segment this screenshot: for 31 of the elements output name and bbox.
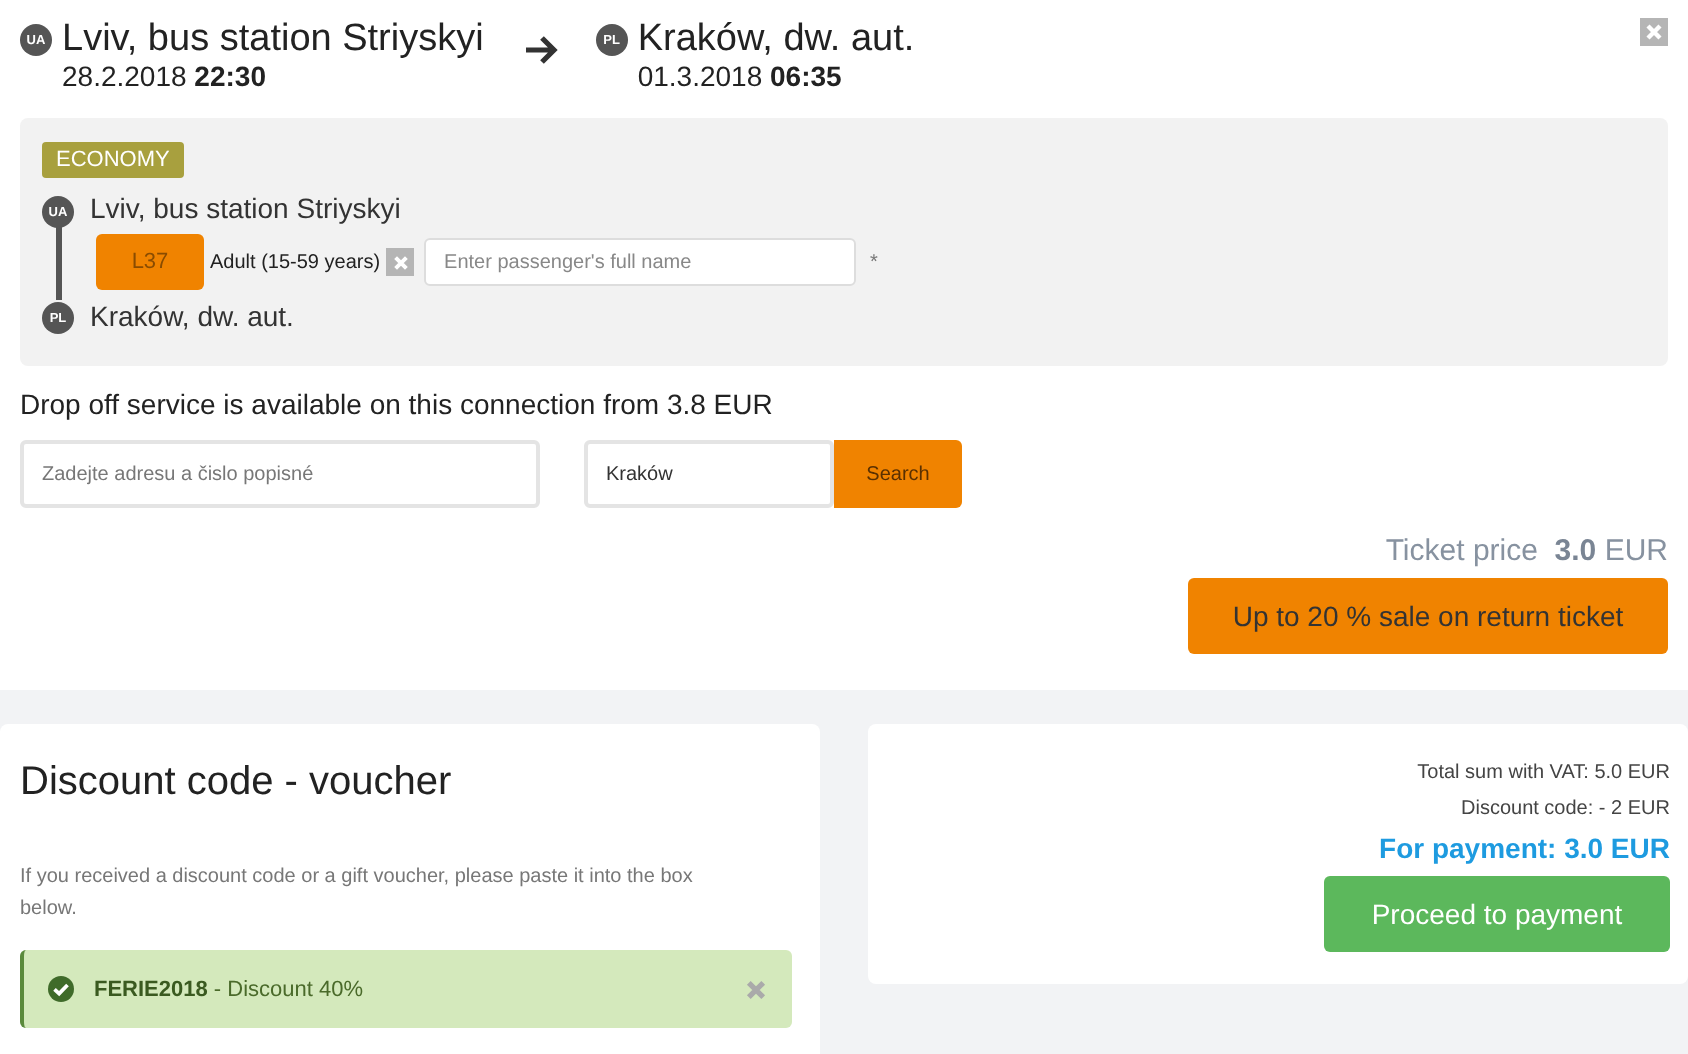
voucher-hint: If you received a discount code or a gift voucher, please paste it into the box below.: [20, 864, 695, 924]
seat-button[interactable]: L37: [96, 234, 204, 290]
arrow-right-icon: [523, 34, 560, 66]
search-button[interactable]: Search: [834, 440, 962, 508]
drop-off-info: Drop off service is available on this connection from 3.8 EUR: [20, 388, 775, 420]
proceed-button[interactable]: Proceed to payment: [1324, 876, 1670, 952]
close-icon: [391, 253, 410, 271]
station-name: Lviv, bus station Striyskyi: [62, 18, 484, 62]
passenger-name-field[interactable]: Enter passenger's full name: [424, 238, 857, 286]
ticket-price: Ticket price 3.0 EUR: [1385, 534, 1668, 568]
summary-line: Discount code: - 2 EUR: [1461, 796, 1670, 824]
departure-time: 28.2.2018 22:30: [62, 62, 268, 92]
departure-time: 01.3.2018 06:35: [637, 62, 844, 92]
summary-line: Total sum with VAT: 5.0 EUR: [1417, 760, 1670, 788]
payment-total: For payment: 3.0 EUR: [1379, 832, 1670, 864]
fare-class-badge: ECONOMY: [42, 142, 184, 178]
remove-button[interactable]: [386, 248, 415, 276]
passenger-category: Adult (15-59 years): [210, 251, 381, 273]
stop-name: Lviv, bus station Striyskyi: [90, 190, 403, 226]
station-name: Kraków, dw. aut.: [637, 18, 915, 62]
close-icon: [744, 977, 768, 1001]
voucher-code: FERIE2018 - Discount 40%: [94, 977, 364, 1001]
close-button[interactable]: [1640, 18, 1668, 46]
close-icon: [1644, 22, 1664, 42]
check-circle-icon: [48, 976, 74, 1002]
return-ticket-button[interactable]: Up to 20 % sale on return ticket: [1188, 578, 1668, 654]
stop-name: Kraków, dw. aut.: [90, 298, 296, 334]
required-mark: *: [870, 251, 878, 273]
voucher-title: Discount code - voucher: [20, 760, 454, 806]
city-field[interactable]: Kraków: [584, 440, 834, 508]
address-field[interactable]: Zadejte adresu a čislo popisné: [20, 440, 540, 508]
